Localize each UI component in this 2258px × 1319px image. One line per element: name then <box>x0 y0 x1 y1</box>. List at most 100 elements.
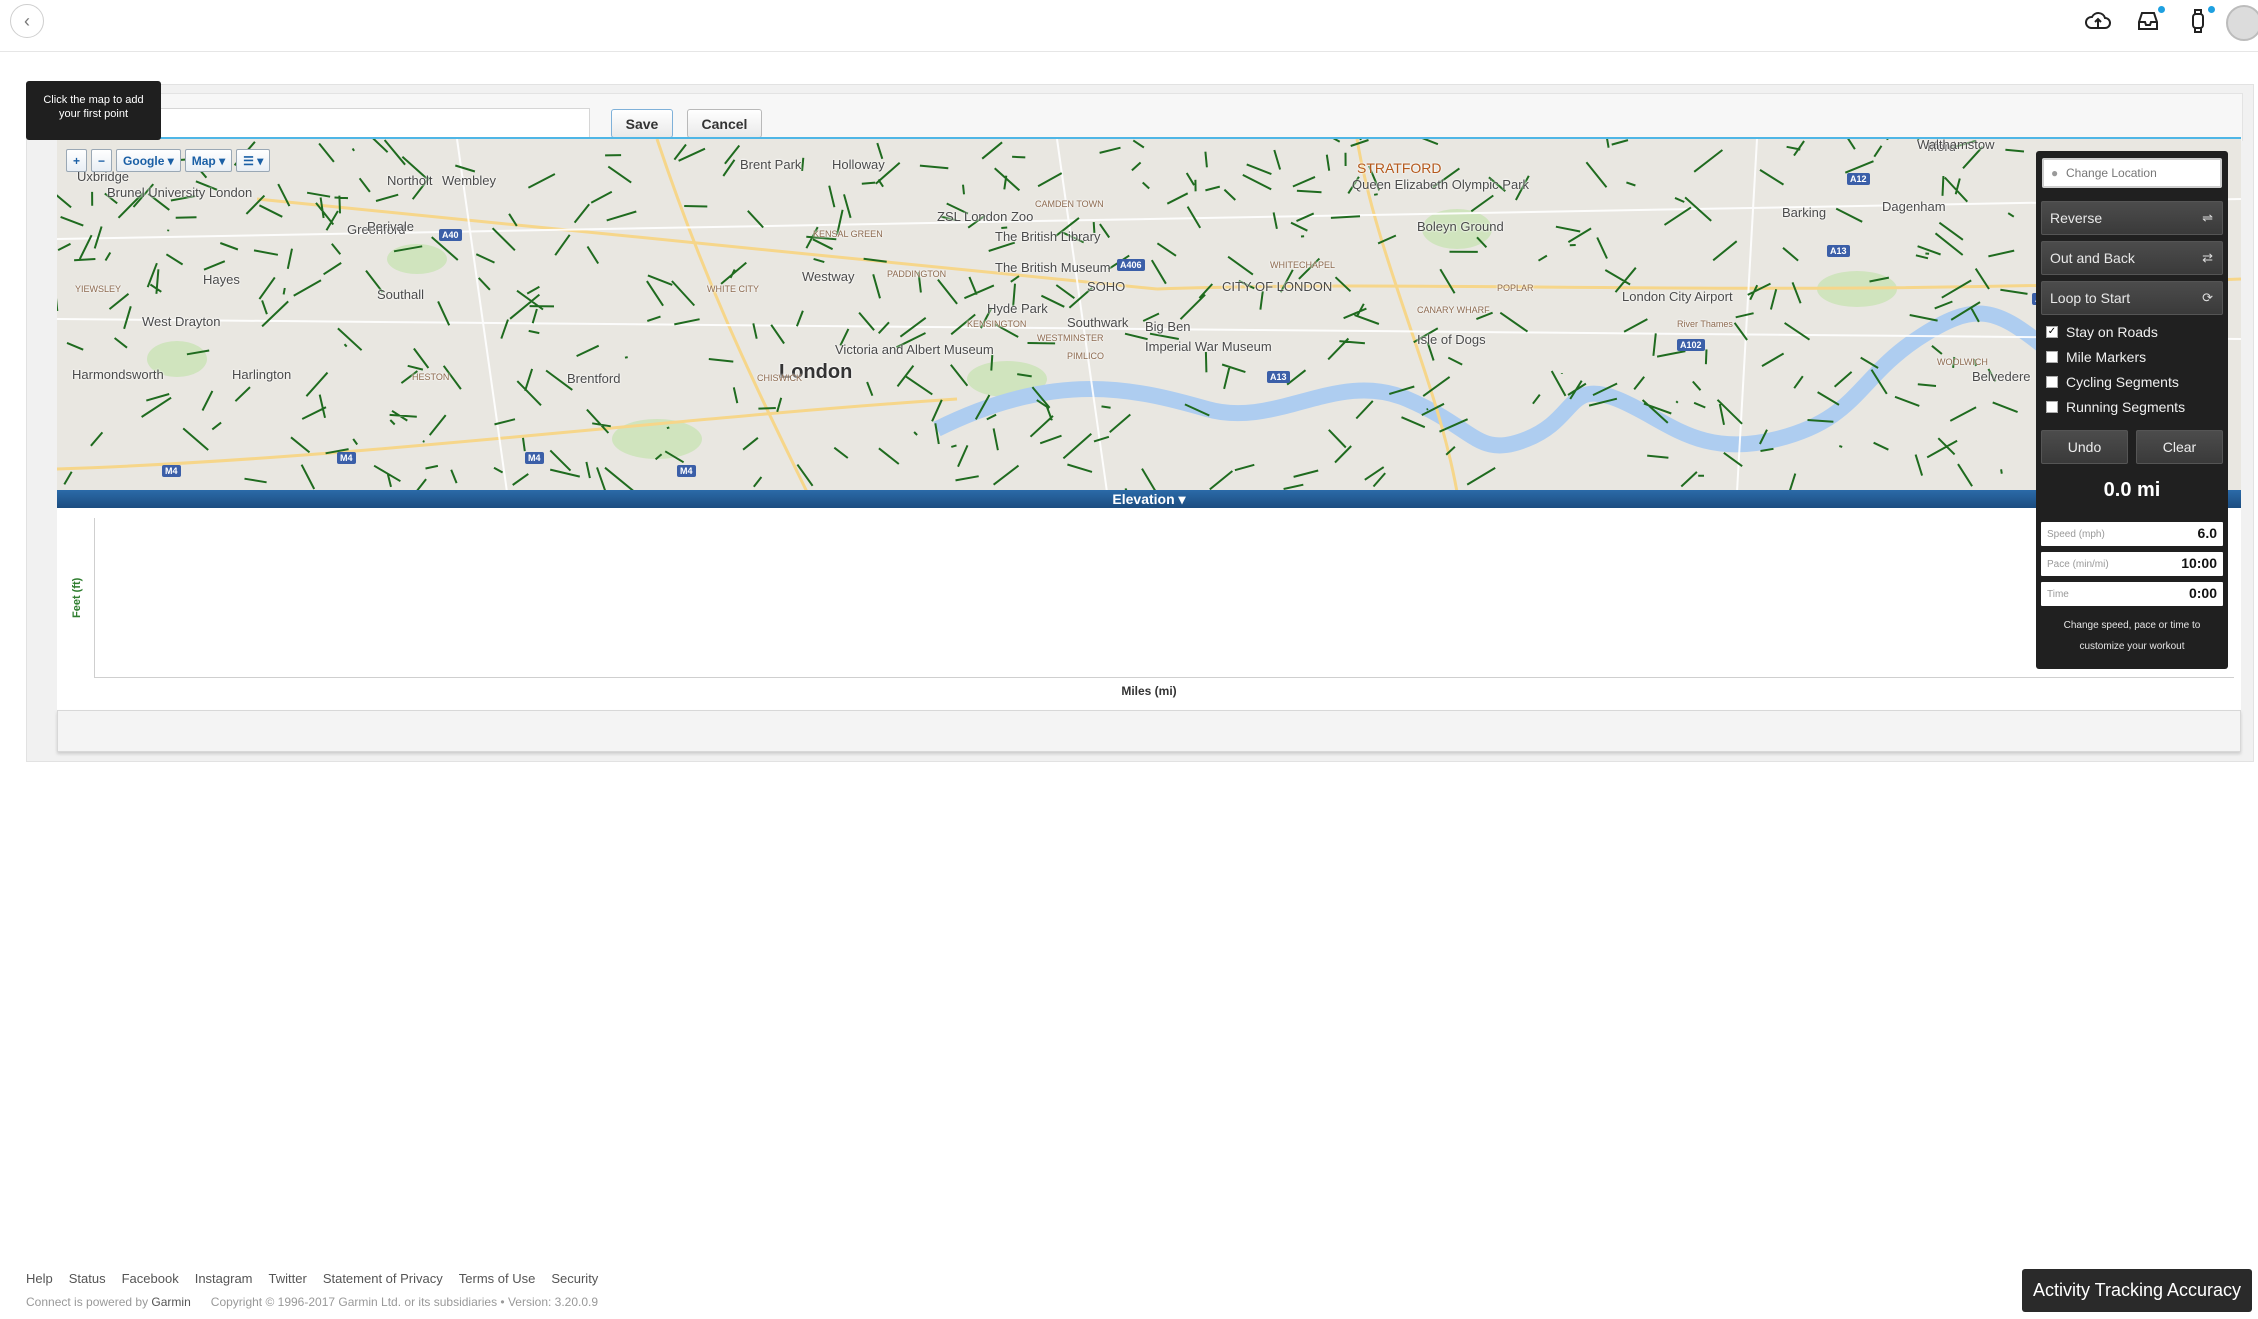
footer-link-help[interactable]: Help <box>26 1271 53 1286</box>
map-type-dropdown[interactable]: Map ▾ <box>184 149 233 172</box>
option-cycling-segments[interactable]: Cycling Segments <box>2046 371 2179 393</box>
elevation-toggle[interactable]: Elevation ▾ <box>57 490 2241 508</box>
map-place-label: Holloway <box>832 157 885 172</box>
map-place-label: WHITECHAPEL <box>1270 260 1336 270</box>
footer-link-security[interactable]: Security <box>551 1271 598 1286</box>
change-location-input[interactable]: ● Change Location <box>2042 158 2222 188</box>
map-place-label: CITY OF LONDON <box>1222 279 1333 294</box>
time-field[interactable]: Time 0:00 <box>2041 582 2223 606</box>
pace-hint: Change speed, pace or time to customize … <box>2046 615 2218 657</box>
out-back-icon: ⇄ <box>2202 250 2213 265</box>
save-button[interactable]: Save <box>611 109 673 138</box>
map-place-label: Southall <box>377 287 424 302</box>
loop-to-start-button[interactable]: Loop to Start ⟳ <box>2041 281 2223 315</box>
footer-link-twitter[interactable]: Twitter <box>269 1271 307 1286</box>
option-label: Running Segments <box>2066 399 2186 415</box>
copyright-text: Copyright © 1996-2017 Garmin Ltd. or its… <box>210 1295 599 1309</box>
checkbox[interactable] <box>2046 351 2058 363</box>
road-shield-label: A406 <box>1117 259 1145 271</box>
map-place-label: Big Ben <box>1145 319 1191 334</box>
map-place-label: West Drayton <box>142 314 221 329</box>
speed-field[interactable]: Speed (mph) 6.0 <box>2041 522 2223 546</box>
map-place-label: CANARY WHARF <box>1417 305 1490 315</box>
map-type-label: Map <box>191 153 216 168</box>
reverse-label: Reverse <box>2050 210 2103 226</box>
map-place-label: Walthamstow <box>1917 137 1995 152</box>
footer-link-privacy[interactable]: Statement of Privacy <box>323 1271 443 1286</box>
layers-dropdown[interactable]: ☰ ▾ <box>236 149 271 172</box>
road-shield-label: A12 <box>1847 173 1870 185</box>
footer-link-terms[interactable]: Terms of Use <box>459 1271 536 1286</box>
cancel-button[interactable]: Cancel <box>687 109 762 138</box>
footer-link-status[interactable]: Status <box>69 1271 106 1286</box>
checkbox[interactable] <box>2046 401 2058 413</box>
map-place-label: KENSINGTON <box>967 319 1027 329</box>
out-and-back-button[interactable]: Out and Back ⇄ <box>2041 241 2223 275</box>
course-header: Untitled Save Cancel <box>57 93 2243 141</box>
map-place-label: SOHO <box>1087 279 1126 294</box>
map-place-label: WHITE CITY <box>707 284 759 294</box>
map-provider-dropdown[interactable]: Google ▾ <box>116 149 181 172</box>
map-place-label: Barking <box>1782 205 1827 220</box>
option-running-segments[interactable]: Running Segments <box>2046 396 2185 418</box>
bottom-strip <box>57 710 2241 752</box>
footer-link-facebook[interactable]: Facebook <box>122 1271 179 1286</box>
tooltip-line: Click the map to add <box>43 94 144 106</box>
road-shield-label: A102 <box>1677 339 1705 351</box>
x-axis-label: Miles (mi) <box>1121 684 1177 698</box>
option-mile-markers[interactable]: Mile Markers <box>2046 346 2146 368</box>
map-place-label: Dagenham <box>1882 199 1946 214</box>
avatar[interactable] <box>2226 5 2258 41</box>
map-canvas[interactable]: + − Google ▾ Map ▾ ☰ ▾ London Wembley Haye… <box>57 137 2241 490</box>
chart-plot-area <box>94 518 2234 678</box>
loop-icon: ⟳ <box>2202 290 2213 305</box>
tooltip-line: your first point <box>58 108 129 120</box>
map-place-label: STRATFORD <box>1357 160 1442 176</box>
garmin-link[interactable]: Garmin <box>151 1295 190 1309</box>
checkbox-checked[interactable]: ✓ <box>2046 326 2058 338</box>
layers-icon: ☰ <box>243 153 254 168</box>
speed-label: Speed (mph) <box>2047 529 2105 540</box>
road-shield-label: M4 <box>525 452 544 464</box>
first-point-tooltip: Click the map to add your first point <box>26 81 161 140</box>
cloud-upload-icon[interactable] <box>2083 8 2113 34</box>
zoom-out-button[interactable]: − <box>91 149 113 172</box>
option-stay-on-roads[interactable]: ✓ Stay on Roads <box>2046 321 2158 343</box>
pace-hint-line: customize your workout <box>2079 641 2185 652</box>
reverse-button[interactable]: Reverse ⇌ <box>2041 201 2223 235</box>
undo-button[interactable]: Undo <box>2041 430 2128 464</box>
footer-link-instagram[interactable]: Instagram <box>195 1271 253 1286</box>
option-label: Stay on Roads <box>2066 324 2158 340</box>
checkbox[interactable] <box>2046 376 2058 388</box>
route-options-panel: ● Change Location Reverse ⇌ Out and Back… <box>2036 151 2228 669</box>
map-place-label: Belvedere <box>1972 369 2031 384</box>
clear-button[interactable]: Clear <box>2136 430 2223 464</box>
activity-tracking-accuracy-button[interactable]: Activity Tracking Accuracy <box>2022 1269 2252 1312</box>
road-shield-label: M4 <box>677 465 696 477</box>
map-pin-icon: ● <box>2051 166 2059 180</box>
map-place-label: POPLAR <box>1497 283 1534 293</box>
map-place-label: Perivale <box>367 219 414 234</box>
zoom-in-button[interactable]: + <box>66 149 88 172</box>
map-place-label: Wembley <box>442 173 496 188</box>
map-place-label: Brentford <box>567 371 621 386</box>
speed-value: 6.0 <box>2197 525 2217 541</box>
map-place-label: Brunel University London <box>107 185 253 200</box>
map-toolbar: + − Google ▾ Map ▾ ☰ ▾ <box>66 149 271 172</box>
pace-value: 10:00 <box>2181 555 2217 571</box>
pace-field[interactable]: Pace (min/mi) 10:00 <box>2041 552 2223 576</box>
option-label: Mile Markers <box>2066 349 2147 365</box>
map-place-label: Harmondsworth <box>72 367 164 382</box>
option-label: Cycling Segments <box>2066 374 2179 390</box>
swap-icon: ⇌ <box>2202 210 2213 225</box>
map-place-label: CHISWICK <box>757 373 802 383</box>
inbox-icon[interactable] <box>2133 6 2165 34</box>
back-button[interactable]: ‹ <box>10 4 44 38</box>
elevation-chart: Feet (ft) Miles (mi) <box>57 508 2241 710</box>
road-shield-label: A13 <box>1267 371 1290 383</box>
watch-icon[interactable] <box>2183 6 2215 34</box>
map-place-label: The British Library <box>995 229 1101 244</box>
map-place-label: Northolt <box>387 173 433 188</box>
map-place-label: Westway <box>802 269 855 284</box>
change-location-placeholder: Change Location <box>2066 166 2157 180</box>
